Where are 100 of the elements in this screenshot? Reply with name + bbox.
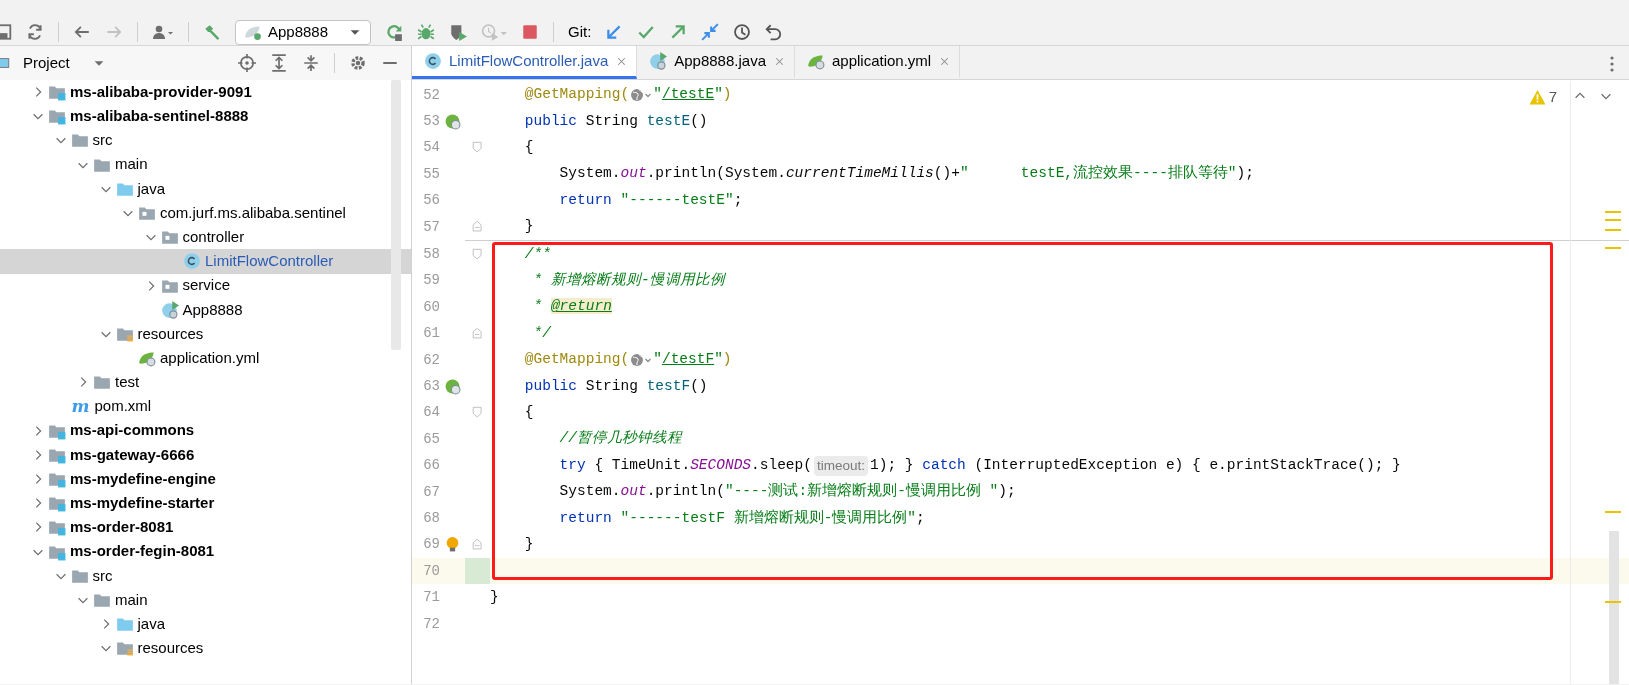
tree-item[interactable]: App8888 [0, 297, 411, 322]
tree-item[interactable]: ms-mydefine-starter [0, 491, 411, 516]
leaf-icon [244, 23, 262, 41]
tree-item[interactable]: ms-order-8081 [0, 515, 411, 540]
line-number: 67 [422, 482, 440, 502]
file-type-icon: m [70, 398, 91, 416]
code-text: } [523, 217, 534, 237]
editor-tab[interactable]: LimitFlowController.java [412, 46, 638, 79]
rerun-icon[interactable] [385, 23, 403, 41]
panel-title[interactable]: Project [23, 51, 70, 75]
code-text: @GetMapping( [523, 350, 630, 370]
collapse-all-icon[interactable] [302, 54, 320, 72]
line-number: 56 [422, 191, 440, 211]
globe-icon[interactable] [629, 352, 654, 369]
tree-item[interactable]: ms-alibaba-provider-9091 [0, 80, 411, 105]
scrollbar[interactable] [391, 80, 401, 350]
fold-marker-icon[interactable] [470, 247, 485, 262]
package-icon [160, 228, 179, 247]
expand-all-icon[interactable] [270, 54, 288, 72]
module-folder-icon [48, 83, 66, 102]
sync-icon[interactable] [26, 23, 44, 41]
tree-item[interactable]: main [0, 587, 411, 613]
tree-item[interactable]: src [0, 128, 411, 153]
tree-item[interactable]: test [0, 370, 411, 395]
module-folder-icon [48, 518, 66, 537]
user-icon[interactable] [152, 23, 174, 41]
leaf-globe-icon[interactable] [444, 378, 461, 395]
history-icon[interactable] [733, 23, 752, 41]
line-number: 61 [422, 324, 440, 344]
folder-icon [115, 615, 134, 634]
tree-item[interactable]: src [0, 563, 411, 588]
globe-icon[interactable] [629, 87, 654, 104]
line-number: 58 [422, 245, 440, 265]
code-text: 1); } catch (InterruptedException e) { e.printStackTrace(); } [870, 455, 1401, 475]
tree-item[interactable]: ms-order-fegin-8081 [0, 539, 411, 564]
fold-marker-icon[interactable] [470, 220, 485, 235]
fold-marker-icon[interactable] [470, 140, 485, 155]
shield-run-icon[interactable] [449, 23, 467, 41]
arrow-up-right-icon[interactable] [669, 23, 688, 41]
inlay-hint: timeout: [814, 455, 868, 476]
tree-item[interactable]: java [0, 176, 411, 201]
code-text: "/testE") [653, 85, 732, 105]
line-number: 71 [422, 588, 440, 608]
line-number: 63 [422, 377, 440, 396]
lightbulb-icon[interactable] [444, 536, 461, 554]
line-number: 55 [422, 164, 440, 184]
line-number: 57 [422, 217, 440, 237]
bug-icon[interactable] [417, 23, 435, 41]
scrollbar[interactable] [1609, 531, 1619, 684]
tree-item[interactable]: com.jurf.ms.alibaba.sentinel [0, 200, 411, 226]
module-folder-icon [48, 494, 66, 513]
tree-item[interactable]: resources [0, 321, 411, 347]
fold-marker-icon[interactable] [470, 326, 485, 341]
class-icon [183, 252, 201, 271]
tree-item[interactable]: ms-gateway-6666 [0, 442, 411, 467]
module-folder-icon [48, 107, 66, 126]
undo-icon[interactable] [765, 23, 784, 41]
tree-item[interactable]: application.yml [0, 346, 411, 371]
tree-item[interactable]: ms-mydefine-engine [0, 467, 411, 492]
tree-item[interactable]: LimitFlowController [0, 249, 411, 274]
stop-icon[interactable] [521, 23, 539, 41]
code-text: * 新增熔断规则-慢调用比例 [532, 271, 725, 291]
line-number: 72 [422, 614, 440, 634]
line-number: 59 [422, 271, 440, 291]
tree-item[interactable]: controller [0, 225, 411, 250]
code-text: } [523, 534, 534, 554]
folder-icon [93, 373, 111, 392]
tree-item[interactable]: resources [0, 636, 411, 661]
code-text: "/testF") [653, 350, 732, 370]
leaf-globe-icon[interactable] [444, 113, 461, 131]
fold-marker-icon[interactable] [470, 405, 485, 420]
class-icon [424, 52, 442, 70]
fold-marker-icon[interactable] [470, 537, 485, 552]
tree-item[interactable]: ms-api-commons [0, 418, 411, 443]
line-number: 68 [422, 508, 440, 528]
locate-icon[interactable] [238, 54, 256, 72]
warning-icon [1528, 88, 1546, 106]
more-options-icon[interactable] [1609, 55, 1615, 73]
line-number: 70 [422, 561, 440, 581]
code-text: return "------testF 新增熔断规则-慢调用比例"; [558, 508, 925, 528]
line-number: 60 [422, 297, 440, 317]
code-text: System.out.println("----测试:新增熔断规则-慢调用比例 "); [558, 481, 1016, 502]
run-config-dropdown[interactable]: App8888 [235, 19, 371, 45]
code-text: System.out.println(System.currentTimeMillis()+" testE,流控效果----排队等待"); [558, 163, 1254, 184]
tree-item[interactable]: ms-alibaba-sentinel-8888 [0, 104, 411, 129]
tree-item[interactable]: m pom.xml [0, 394, 411, 419]
settings-icon[interactable] [349, 54, 367, 72]
code-text: public String testE() [523, 111, 708, 131]
tree-item[interactable]: main [0, 152, 411, 177]
hammer-icon[interactable] [203, 23, 221, 41]
line-number: 53 [422, 112, 440, 132]
arrows-in-icon[interactable] [701, 23, 720, 41]
code-text: public String testF() [523, 376, 708, 396]
folder-icon [70, 131, 89, 150]
leaf-gear-icon [138, 349, 156, 368]
code-text: //暂停几秒钟线程 [558, 429, 682, 449]
tree-item[interactable]: java [0, 612, 411, 637]
tree-item[interactable]: service [0, 273, 411, 298]
leaf-gear-icon [807, 52, 825, 70]
folder-icon [93, 591, 111, 610]
